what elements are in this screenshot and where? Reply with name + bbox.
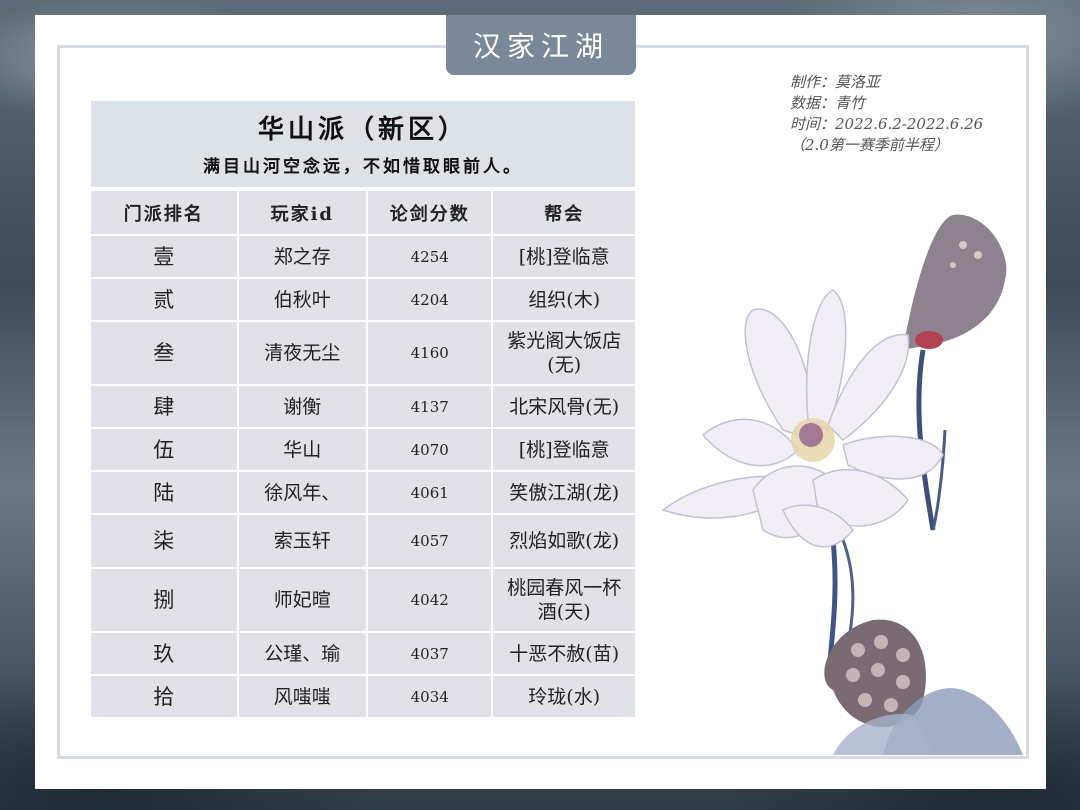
cell-score: 4137: [368, 386, 492, 427]
table-row: 捌 师妃暄 4042 桃园春风一杯酒(天): [91, 569, 635, 631]
header-guild: 帮会: [493, 191, 635, 234]
cell-guild: 北宋风骨(无): [493, 386, 635, 427]
cell-score: 4042: [368, 569, 492, 631]
cell-score: 4037: [368, 633, 492, 674]
lotus-flower-illustration: [661, 214, 1023, 755]
cell-rank: 叁: [91, 322, 237, 384]
cell-score: 4160: [368, 322, 492, 384]
banner-title: 汉家江湖: [446, 15, 636, 75]
cell-player: 伯秋叶: [238, 279, 367, 320]
cell-player: 公瑾、瑜: [238, 633, 367, 674]
cell-rank: 捌: [91, 569, 237, 631]
credit-data: 数据：青竹: [790, 94, 866, 112]
cell-player: 徐风年、: [238, 472, 367, 513]
cell-guild: 玲珑(水): [493, 676, 635, 717]
cell-score: 4070: [368, 429, 492, 470]
cell-rank: 贰: [91, 279, 237, 320]
credits: 制作：莫洛亚 数据：青竹 时间：2022.6.2-2022.6.26 （2.0第…: [790, 72, 1030, 156]
cell-rank: 陆: [91, 472, 237, 513]
cell-score: 4057: [368, 515, 492, 567]
cell-player: 风嗤嗤: [238, 676, 367, 717]
header-rank: 门派排名: [91, 191, 237, 234]
credit-maker: 制作：莫洛亚: [790, 73, 881, 91]
credit-time: 时间：2022.6.2-2022.6.26: [790, 115, 984, 133]
cell-guild: 烈焰如歌(龙): [493, 515, 635, 567]
cell-guild: 十恶不赦(苗): [493, 633, 635, 674]
table-subtitle: 满目山河空念远，不如惜取眼前人。: [203, 157, 523, 177]
cell-rank: 壹: [91, 236, 237, 277]
cell-rank: 拾: [91, 676, 237, 717]
content-card: 汉家江湖 制作：莫洛亚 数据：青竹 时间：2022.6.2-2022.6.26 …: [35, 15, 1046, 789]
table-row: 玖 公瑾、瑜 4037 十恶不赦(苗): [91, 633, 635, 674]
cell-guild: [桃]登临意: [493, 429, 635, 470]
cell-guild: [桃]登临意: [493, 236, 635, 277]
cell-player: 索玉轩: [238, 515, 367, 567]
cell-player: 华山: [238, 429, 367, 470]
table-row: 柒 索玉轩 4057 烈焰如歌(龙): [91, 515, 635, 567]
table-title-box: 华山派（新区） 满目山河空念远，不如惜取眼前人。: [91, 101, 635, 187]
cell-guild: 桃园春风一杯酒(天): [493, 569, 635, 631]
table-row: 贰 伯秋叶 4204 组织(木): [91, 279, 635, 320]
cell-rank: 伍: [91, 429, 237, 470]
credit-season: （2.0第一赛季前半程）: [790, 136, 949, 154]
cell-rank: 肆: [91, 386, 237, 427]
ranking-table-section: 华山派（新区） 满目山河空念远，不如惜取眼前人。 门派排名 玩家id 论剑分数 …: [91, 101, 635, 719]
cell-score: 4061: [368, 472, 492, 513]
cell-player: 清夜无尘: [238, 322, 367, 384]
cell-guild: 笑傲江湖(龙): [493, 472, 635, 513]
table-row: 陆 徐风年、 4061 笑傲江湖(龙): [91, 472, 635, 513]
table-row: 肆 谢衡 4137 北宋风骨(无): [91, 386, 635, 427]
header-score: 论剑分数: [368, 191, 492, 234]
table-row: 伍 华山 4070 [桃]登临意: [91, 429, 635, 470]
table-row: 壹 郑之存 4254 [桃]登临意: [91, 236, 635, 277]
cell-player: 郑之存: [238, 236, 367, 277]
cell-guild: 紫光阁大饭店(无): [493, 322, 635, 384]
header-player: 玩家id: [238, 191, 367, 234]
cell-score: 4204: [368, 279, 492, 320]
cell-player: 师妃暄: [238, 569, 367, 631]
cell-player: 谢衡: [238, 386, 367, 427]
table-header-row: 门派排名 玩家id 论剑分数 帮会: [91, 191, 635, 234]
table-row: 叁 清夜无尘 4160 紫光阁大饭店(无): [91, 322, 635, 384]
cell-rank: 柒: [91, 515, 237, 567]
cell-rank: 玖: [91, 633, 237, 674]
ranking-table: 门派排名 玩家id 论剑分数 帮会 壹 郑之存 4254 [桃]登临意 贰 伯秋…: [89, 189, 637, 719]
table-body: 壹 郑之存 4254 [桃]登临意 贰 伯秋叶 4204 组织(木) 叁 清夜无…: [91, 236, 635, 717]
cell-score: 4254: [368, 236, 492, 277]
cell-score: 4034: [368, 676, 492, 717]
table-row: 拾 风嗤嗤 4034 玲珑(水): [91, 676, 635, 717]
cell-guild: 组织(木): [493, 279, 635, 320]
table-title: 华山派（新区）: [257, 115, 468, 145]
